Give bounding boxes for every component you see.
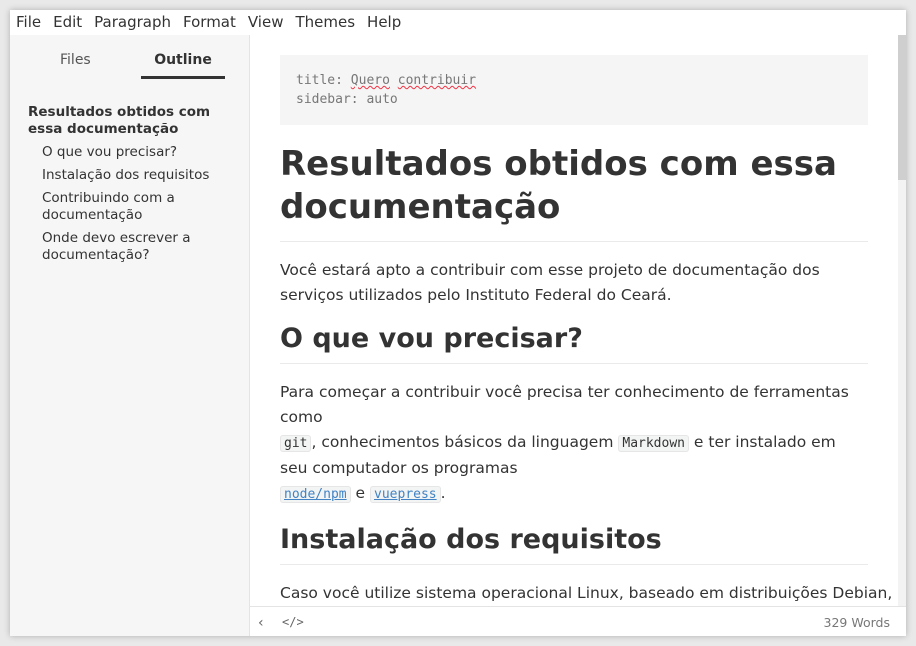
status-bar: ‹ </> 329 Words [250, 606, 906, 636]
menu-file[interactable]: File [10, 10, 47, 35]
outline-item-need[interactable]: O que vou precisar? [42, 144, 233, 161]
active-tab-indicator [141, 76, 225, 79]
install-paragraph: Caso você utilize sistema operacional Li… [280, 584, 893, 602]
editor-area[interactable]: title: Quero contribuir sidebar: auto Re… [250, 35, 906, 606]
inline-code-git: git [280, 435, 312, 452]
tab-files[interactable]: Files [60, 52, 91, 68]
menu-bar: File Edit Paragraph Format View Themes H… [10, 10, 906, 35]
menu-edit[interactable]: Edit [47, 10, 88, 35]
sidebar-tabs: Files Outline [10, 35, 249, 81]
front-matter-sidebar-line: sidebar: auto [296, 92, 398, 107]
menu-paragraph[interactable]: Paragraph [88, 10, 177, 35]
outline-item-contributing[interactable]: Contribuindo com a documentação [42, 190, 233, 224]
spellcheck-word: Quero [350, 73, 390, 88]
app-window: File Edit Paragraph Format View Themes H… [10, 10, 906, 636]
outline-item-where-to-write[interactable]: Onde devo escrever a documentação? [42, 230, 233, 264]
heading-need: O que vou precisar? [280, 322, 868, 364]
link-node-npm[interactable]: node/npm [280, 486, 351, 503]
link-vuepress[interactable]: vuepress [370, 486, 441, 503]
front-matter-block[interactable]: title: Quero contribuir sidebar: auto [280, 55, 868, 125]
document-content: title: Quero contribuir sidebar: auto Re… [280, 55, 893, 606]
heading-install: Instalação dos requisitos [280, 523, 868, 565]
tab-outline[interactable]: Outline [141, 52, 225, 68]
need-paragraph: Para começar a contribuir você precisa t… [280, 380, 868, 507]
inline-code-markdown: Markdown [618, 435, 689, 452]
scrollbar-track[interactable] [898, 35, 906, 606]
need-text: Para começar a contribuir você precisa t… [280, 383, 849, 426]
front-matter-title-line: title: Quero contribuir [296, 71, 852, 90]
outline-item-install[interactable]: Instalação dos requisitos [42, 167, 233, 184]
need-text: , conhecimentos básicos da linguagem [311, 433, 619, 451]
menu-format[interactable]: Format [177, 10, 242, 35]
chevron-left-icon[interactable]: ‹ [258, 615, 264, 631]
intro-paragraph: Você estará apto a contribuir com esse p… [280, 261, 820, 304]
word-count[interactable]: 329 Words [824, 615, 890, 630]
spellcheck-word: contribuir [397, 73, 477, 88]
outline-item-h1[interactable]: Resultados obtidos com essa documentação [28, 104, 233, 138]
menu-help[interactable]: Help [361, 10, 407, 35]
need-text: e [350, 484, 371, 502]
scrollbar-thumb[interactable] [898, 35, 906, 180]
source-code-icon[interactable]: </> [282, 615, 304, 629]
front-matter-title-key: title: [296, 73, 351, 88]
menu-themes[interactable]: Themes [289, 10, 361, 35]
menu-view[interactable]: View [242, 10, 290, 35]
heading-1: Resultados obtidos com essa documentação [280, 143, 868, 242]
outline-list: Resultados obtidos com essa documentação… [28, 104, 233, 270]
need-text: . [440, 484, 446, 502]
sidebar: Files Outline Resultados obtidos com ess… [10, 35, 250, 636]
